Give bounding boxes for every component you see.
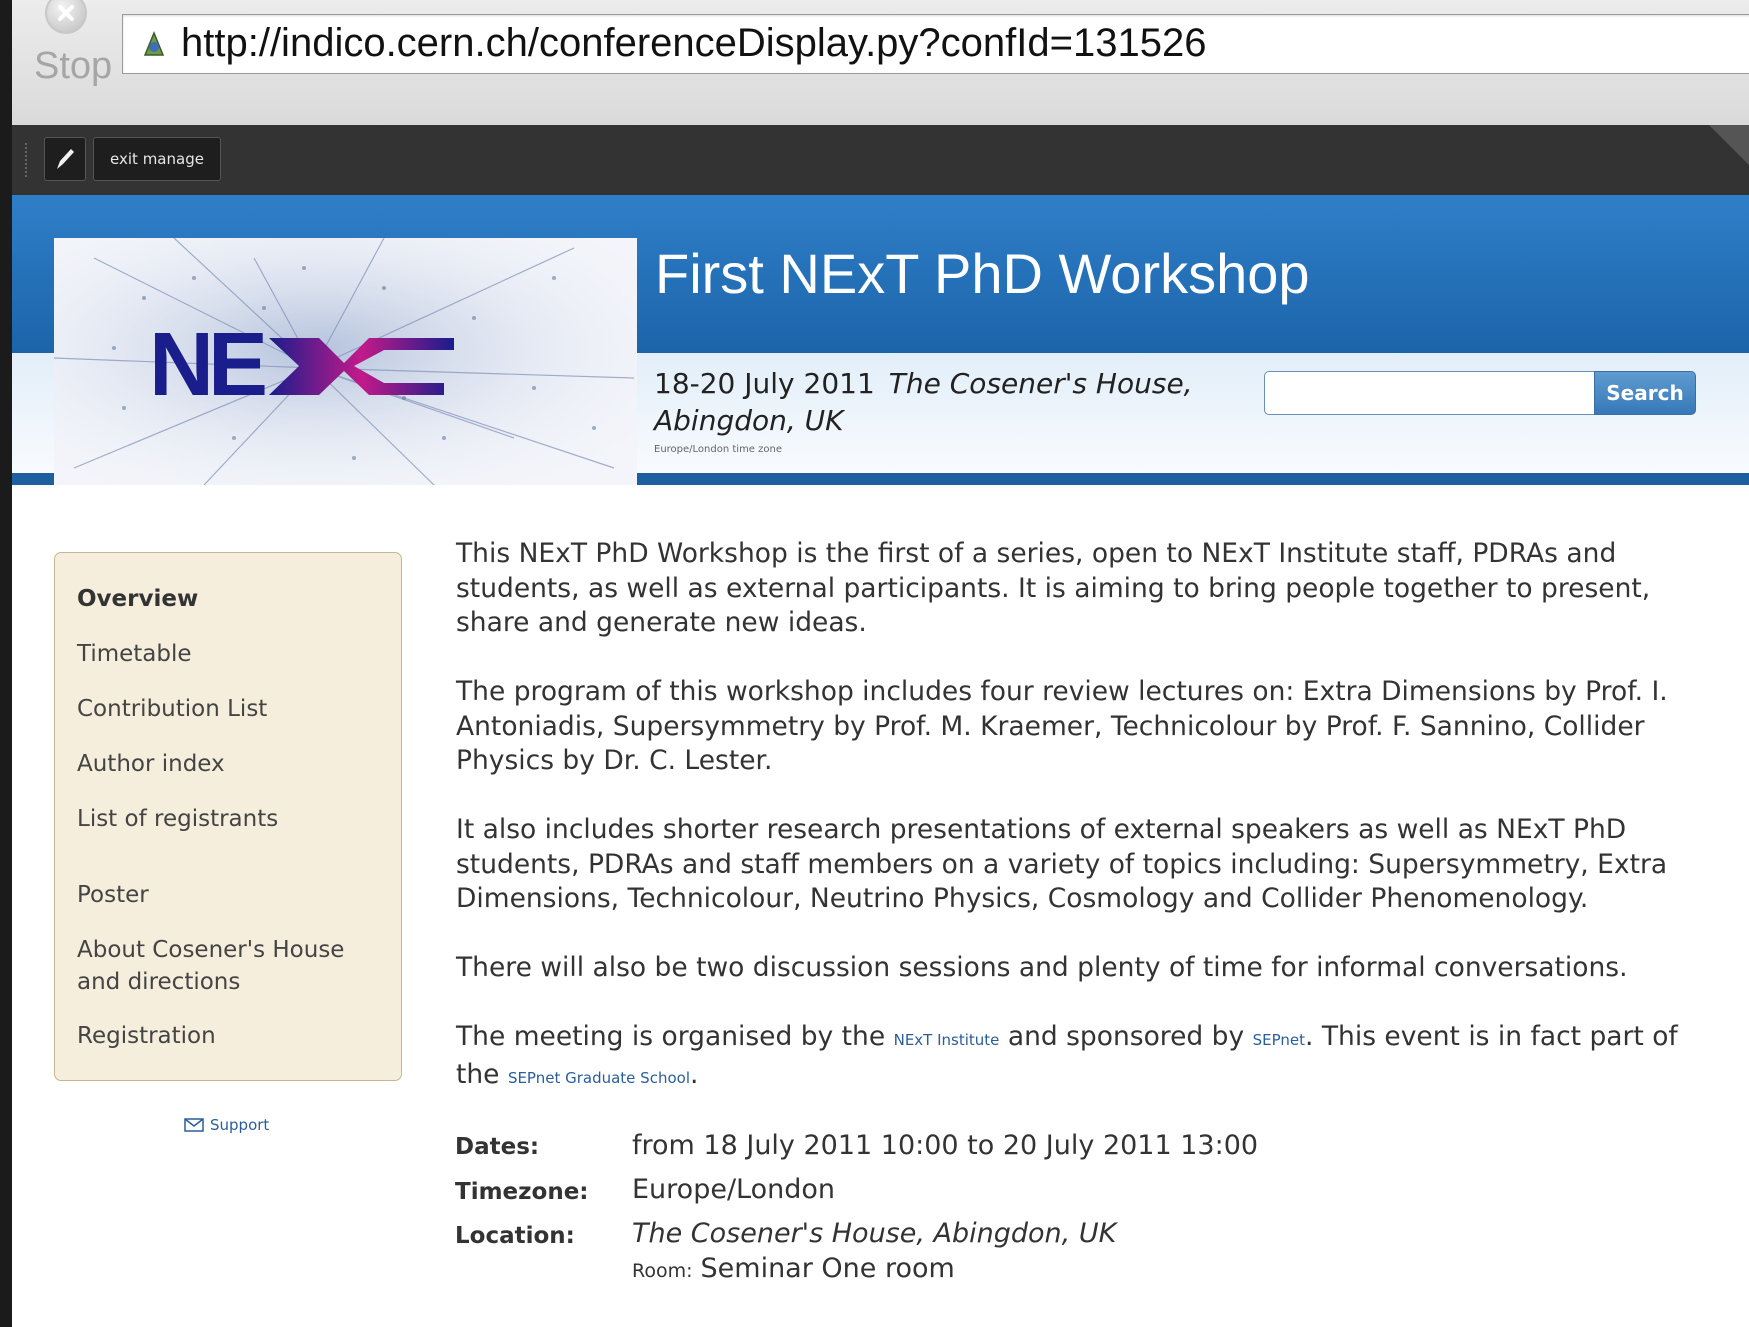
room-label: Room: — [632, 1260, 693, 1282]
sepnet-graduate-school-link[interactable]: SEPnet Graduate School — [508, 1069, 690, 1087]
next-institute-link[interactable]: NExT Institute — [894, 1031, 1000, 1049]
menu-item-poster[interactable]: Poster — [77, 879, 149, 911]
browser-window: Stop http://indico.cern.ch/conferenceDis… — [12, 0, 1749, 1327]
conference-venue-line2: Abingdon, UK — [654, 404, 844, 437]
paragraph-text: . — [689, 1058, 699, 1090]
menu-item-label-line2: and directions — [77, 969, 241, 995]
paragraph-text: The meeting is organised by the — [456, 1021, 886, 1052]
conference-title: First NExT PhD Workshop — [655, 242, 1310, 305]
search-input[interactable] — [1264, 371, 1598, 415]
bar-grip — [25, 143, 30, 177]
exit-manage-button[interactable]: exit manage — [93, 137, 221, 181]
address-bar[interactable]: http://indico.cern.ch/conferenceDisplay.… — [122, 14, 1749, 74]
conference-venue: The Cosener's House, — [888, 367, 1193, 400]
room-line: Room: Seminar One room — [632, 1253, 955, 1284]
menu-item-overview[interactable]: Overview — [77, 583, 198, 615]
sepnet-link[interactable]: SEPnet — [1253, 1031, 1305, 1049]
menu-item-author-index[interactable]: Author index — [77, 748, 225, 780]
menu-item-label-line1: About Cosener's House — [77, 937, 345, 963]
dates-label: Dates: — [455, 1134, 540, 1160]
timezone-label: Timezone: — [455, 1179, 589, 1205]
description-paragraph-1: This NExT PhD Workshop is the first of a… — [456, 538, 1651, 638]
location-label: Location: — [455, 1223, 575, 1249]
stop-label: Stop — [34, 45, 113, 87]
menu-item-timetable[interactable]: Timetable — [77, 638, 192, 670]
conference-logo: NE — [54, 238, 637, 485]
manage-bar: exit manage — [12, 125, 1749, 195]
conference-header: NE First NExT PhD Workshop 18-20 July 20… — [12, 195, 1749, 485]
stop-button[interactable]: Stop — [20, 0, 120, 92]
description-paragraph-2: The program of this workshop includes fo… — [456, 676, 1668, 776]
description-paragraph-4: There will also be two discussion sessio… — [456, 952, 1628, 983]
site-icon — [143, 31, 165, 56]
envelope-icon — [184, 1118, 204, 1132]
pencil-icon — [57, 149, 74, 169]
conference-dates-line: 18-20 July 2011 The Cosener's House, — [654, 367, 1193, 400]
search-button[interactable]: Search — [1594, 371, 1696, 415]
conference-menu: Overview Timetable Contribution List Aut… — [54, 552, 402, 1081]
menu-item-about-coseners-house[interactable]: About Cosener's House and directions — [77, 934, 344, 998]
timezone-value: Europe/London — [632, 1174, 836, 1205]
bar-corner — [1709, 125, 1749, 165]
menu-item-list-of-registrants[interactable]: List of registrants — [77, 803, 278, 835]
conference-description: This NExT PhD Workshop is the first of a… — [456, 537, 1706, 1130]
edit-button[interactable] — [44, 137, 86, 181]
support-label: Support — [210, 1116, 270, 1134]
url-text: http://indico.cern.ch/conferenceDisplay.… — [181, 21, 1207, 65]
timezone-note: Europe/London time zone — [654, 444, 782, 455]
svg-text:NE: NE — [149, 315, 265, 415]
description-paragraph-5: The meeting is organised by the NExT Ins… — [456, 1020, 1706, 1095]
menu-item-registration[interactable]: Registration — [77, 1020, 216, 1052]
description-paragraph-3: It also includes shorter research presen… — [456, 814, 1668, 914]
menu-item-contribution-list[interactable]: Contribution List — [77, 693, 267, 725]
paragraph-text: and sponsored by — [1007, 1021, 1245, 1052]
dates-value: from 18 July 2011 10:00 to 20 July 2011 … — [632, 1130, 1259, 1161]
conference-dates: 18-20 July 2011 — [654, 367, 875, 400]
location-value: The Cosener's House, Abingdon, UK — [632, 1218, 1117, 1249]
room-value: Seminar One room — [700, 1253, 955, 1284]
browser-toolbar: Stop http://indico.cern.ch/conferenceDis… — [12, 0, 1749, 126]
stop-icon — [45, 0, 87, 34]
support-link[interactable]: Support — [184, 1116, 269, 1134]
